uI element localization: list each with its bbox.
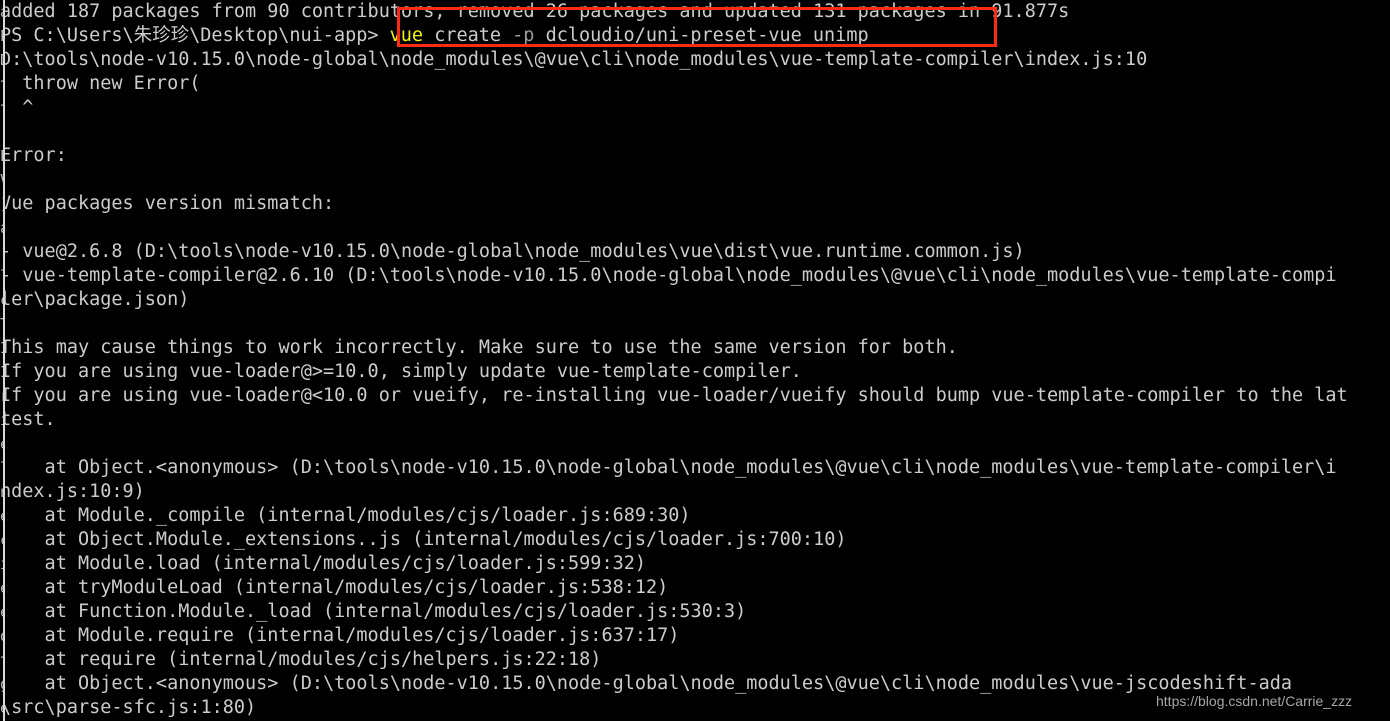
console-line-prompt-command-seg-2: create (423, 25, 513, 46)
console-line-stack-6-seg-0: at Function.Module._load (internal/modul… (0, 601, 747, 622)
console-line-pkg-compiler-seg-0: - vue-template-compiler@2.6.10 (D:\tools… (0, 265, 1337, 286)
powershell-terminal-window[interactable]: added 187 packages from 90 contributors,… (0, 0, 1390, 721)
console-line-prompt-command-seg-3: -p (512, 25, 535, 46)
console-line-stack-9-wrap-seg-0: \src\parse-sfc.js:1:80) (0, 697, 257, 718)
console-line-stack-3-seg-0: at Object.Module._extensions..js (intern… (0, 529, 847, 550)
console-line-stack-7: at Module.require (internal/modules/cjs/… (0, 624, 1390, 648)
console-line-advice-3-seg-0: If you are using vue-loader@<10.0 or vue… (0, 385, 1348, 406)
console-line-stack-2-seg-0: at Module._compile (internal/modules/cjs… (0, 505, 691, 526)
console-line-stack-8-seg-0: at require (internal/modules/cjs/helpers… (0, 649, 602, 670)
console-line-prompt-command: PS C:\Users\朱珍珍\Desktop\nui-app> vue cre… (0, 24, 1390, 48)
console-line-advice-1-seg-0: This may cause things to work incorrectl… (0, 337, 958, 358)
blog-watermark: https://blog.csdn.net/Carrie_zzz (1156, 693, 1353, 709)
console-line-stack-1-seg-0: at Object.<anonymous> (D:\tools\node-v10… (0, 457, 1337, 478)
console-line-blank-2 (0, 168, 1390, 192)
console-line-advice-3-wrap-seg-0: test. (0, 409, 56, 430)
console-line-blank-1 (0, 120, 1390, 144)
console-line-advice-3-wrap: test. (0, 408, 1390, 432)
console-line-throw-line-seg-0: throw new Error( (0, 73, 201, 94)
console-line-caret-line: ^ (0, 96, 1390, 120)
console-line-prompt-command-seg-4: dcloudio/uni-preset-vue unimp (534, 25, 869, 46)
console-line-pkg-compiler: - vue-template-compiler@2.6.10 (D:\tools… (0, 264, 1390, 288)
console-line-stack-7-seg-0: at Module.require (internal/modules/cjs/… (0, 625, 680, 646)
console-line-stack-9-seg-0: at Object.<anonymous> (D:\tools\node-v10… (0, 673, 1293, 694)
console-line-prompt-command-seg-1: vue (389, 25, 424, 46)
console-line-error-label-seg-0: Error: (0, 145, 67, 166)
console-line-npm-summary-seg-0: added 187 packages from 90 contributors,… (0, 1, 1070, 22)
console-line-stack-1-wrap-seg-0: ndex.js:10:9) (0, 481, 145, 502)
console-line-error-label: Error: (0, 144, 1390, 168)
console-scrollbar[interactable] (3, 0, 5, 721)
console-line-pkg-vue: - vue@2.6.8 (D:\tools\node-v10.15.0\node… (0, 240, 1390, 264)
console-line-stack-8: at require (internal/modules/cjs/helpers… (0, 648, 1390, 672)
console-line-blank-3 (0, 216, 1390, 240)
console-line-advice-1: This may cause things to work incorrectl… (0, 336, 1390, 360)
console-line-advice-2-seg-0: If you are using vue-loader@>=10.0, simp… (0, 361, 802, 382)
console-line-caret-line-seg-0: ^ (0, 97, 34, 118)
console-line-prompt-command-seg-0: PS C:\Users\朱珍珍\Desktop\nui-app> (0, 25, 390, 46)
console-line-stack-2: at Module._compile (internal/modules/cjs… (0, 504, 1390, 528)
console-line-stack-4: at Module.load (internal/modules/cjs/loa… (0, 552, 1390, 576)
console-line-stack-4-seg-0: at Module.load (internal/modules/cjs/loa… (0, 553, 647, 574)
console-line-mismatch-heading: Vue packages version mismatch: (0, 192, 1390, 216)
console-line-error-file-path-seg-0: D:\tools\node-v10.15.0\node-global\node_… (0, 49, 1148, 70)
console-line-pkg-compiler-wrap-seg-0: ler\package.json) (0, 289, 190, 310)
console-line-error-file-path: D:\tools\node-v10.15.0\node-global\node_… (0, 48, 1390, 72)
console-line-mismatch-heading-seg-0: Vue packages version mismatch: (0, 193, 335, 214)
console-line-blank-5 (0, 432, 1390, 456)
console-line-stack-5: at tryModuleLoad (internal/modules/cjs/l… (0, 576, 1390, 600)
console-line-advice-2: If you are using vue-loader@>=10.0, simp… (0, 360, 1390, 384)
console-line-stack-3: at Object.Module._extensions..js (intern… (0, 528, 1390, 552)
console-line-throw-line: throw new Error( (0, 72, 1390, 96)
console-output-area[interactable]: added 187 packages from 90 contributors,… (0, 0, 1390, 720)
console-line-stack-6: at Function.Module._load (internal/modul… (0, 600, 1390, 624)
console-line-npm-summary: added 187 packages from 90 contributors,… (0, 0, 1390, 24)
console-line-pkg-vue-seg-0: - vue@2.6.8 (D:\tools\node-v10.15.0\node… (0, 241, 1025, 262)
console-line-stack-1: at Object.<anonymous> (D:\tools\node-v10… (0, 456, 1390, 480)
console-line-stack-5-seg-0: at tryModuleLoad (internal/modules/cjs/l… (0, 577, 669, 598)
console-line-blank-4 (0, 312, 1390, 336)
console-line-stack-1-wrap: ndex.js:10:9) (0, 480, 1390, 504)
console-line-advice-3: If you are using vue-loader@<10.0 or vue… (0, 384, 1390, 408)
console-line-pkg-compiler-wrap: ler\package.json) (0, 288, 1390, 312)
